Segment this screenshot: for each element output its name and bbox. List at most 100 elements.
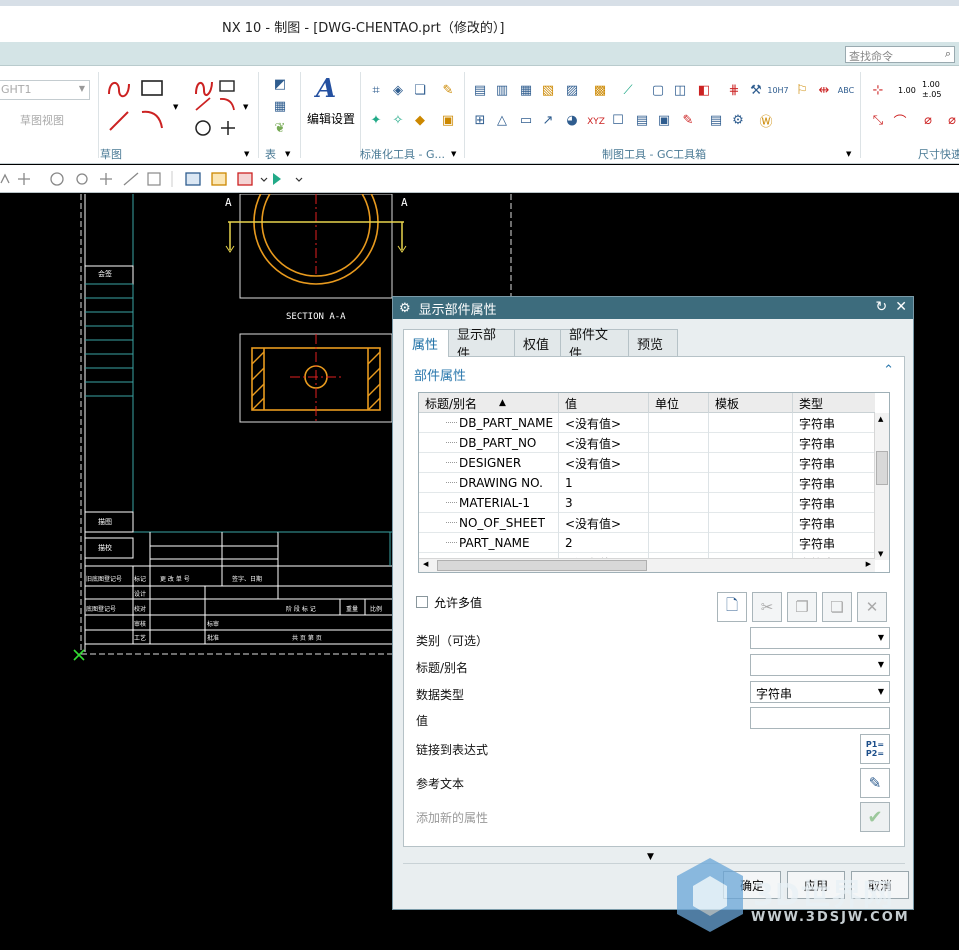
draft-tool-icon[interactable]: ▨	[564, 82, 580, 98]
draft-tool-icon[interactable]: ABC	[838, 82, 854, 98]
scroll-up-icon[interactable]: ▲	[878, 415, 883, 423]
chevron-down-icon[interactable]: ▼	[173, 103, 178, 111]
col-header-unit[interactable]: 单位	[649, 393, 709, 413]
table-row[interactable]: DB_PART_NAME <没有值> 字符串	[419, 413, 875, 433]
draft-tool-icon[interactable]: ✎	[680, 112, 696, 128]
scroll-thumb[interactable]	[437, 560, 647, 571]
rapid-dim-icon[interactable]: ⊹	[870, 82, 886, 98]
chevron-down-icon[interactable]: ▼	[285, 150, 290, 158]
sketch-view-button[interactable]: 草图视图	[20, 112, 64, 128]
draft-tool-icon[interactable]: ▦	[518, 82, 534, 98]
std-tool-icon[interactable]: ✎	[440, 82, 456, 98]
section-title[interactable]: 部件属性	[414, 365, 466, 384]
col-header-template[interactable]: 模板	[709, 393, 793, 413]
scroll-right-icon[interactable]: ▶	[866, 560, 871, 568]
draft-tool-icon[interactable]: XYZ	[587, 114, 605, 130]
std-tool-icon[interactable]: ◈	[390, 82, 406, 98]
table-row[interactable]: DESIGNER <没有值> 字符串	[419, 453, 875, 473]
copy-button[interactable]: ❐	[787, 592, 817, 622]
edit-settings-label[interactable]: 编辑设置	[307, 110, 355, 127]
tab-part-file[interactable]: 部件文件	[560, 328, 629, 362]
std-tool-icon[interactable]: ▣	[440, 112, 456, 128]
draft-tool-icon[interactable]: ▢	[650, 82, 666, 98]
table-row[interactable]: DB_PART_NO <没有值> 字符串	[419, 433, 875, 453]
draft-tool-icon[interactable]: ⊞	[472, 112, 488, 128]
search-icon[interactable]: ⌕	[945, 47, 951, 61]
vertical-scrollbar[interactable]: ▲ ▼	[874, 413, 889, 560]
edit-settings-icon[interactable]: A	[316, 74, 336, 104]
link-expression-button[interactable]: P1= P2=	[860, 734, 890, 764]
draft-tool-icon[interactable]: Ⓦ	[758, 112, 774, 130]
draft-tool-icon[interactable]: ◕	[564, 112, 580, 128]
std-tool-icon[interactable]: ✧	[390, 112, 406, 128]
reset-icon[interactable]: ↻	[876, 299, 888, 315]
col-header-type[interactable]: 类型	[793, 393, 875, 413]
reference-text-button[interactable]: ✎	[860, 768, 890, 798]
std-tool-icon[interactable]: ❏	[412, 82, 428, 98]
table-row[interactable]: DRAWING NO. 1 字符串	[419, 473, 875, 493]
draft-tool-icon[interactable]: ◧	[696, 82, 712, 98]
chevron-up-icon[interactable]: ⌃	[883, 363, 894, 378]
sketch-tools[interactable]	[104, 76, 254, 140]
horizontal-scrollbar[interactable]: ◀ ▶	[419, 558, 875, 572]
tab-weight[interactable]: 权值	[514, 329, 561, 356]
dim-value-1[interactable]: 1.00	[898, 86, 916, 95]
draft-tool-icon[interactable]: ▣	[656, 112, 672, 128]
add-attribute-button[interactable]: ✔	[860, 802, 890, 832]
snap-tools[interactable]	[0, 169, 320, 189]
draft-tool-icon[interactable]: ▤	[634, 112, 650, 128]
draft-tool-icon[interactable]: ↗	[540, 112, 556, 128]
paste-button[interactable]: ❏	[822, 592, 852, 622]
std-tool-icon[interactable]: ⌗	[368, 82, 384, 98]
dim-icon[interactable]: ⤡	[870, 112, 886, 128]
chevron-down-icon[interactable]: ▼	[244, 150, 249, 158]
dim-value-2[interactable]: 1.00	[922, 80, 940, 89]
draft-tool-icon[interactable]: ▤	[708, 112, 724, 128]
table-row[interactable]: PART_NAME 2 字符串	[419, 533, 875, 553]
chevron-down-icon[interactable]: ▼	[846, 150, 851, 158]
delete-button[interactable]: ✕	[857, 592, 887, 622]
cut-button[interactable]: ✂	[752, 592, 782, 622]
draft-tool-icon[interactable]: ▩	[592, 82, 608, 98]
title-alias-select[interactable]: ▼	[750, 654, 890, 676]
tab-preview[interactable]: 预览	[628, 329, 678, 356]
draft-tool-icon[interactable]: ▧	[540, 82, 556, 98]
tab-attributes[interactable]: 属性	[403, 329, 449, 357]
table-note-icon[interactable]: ◩	[272, 76, 288, 92]
std-tool-icon[interactable]: ◆	[412, 112, 428, 128]
draft-tool-icon[interactable]: ⟋	[620, 82, 636, 98]
draft-tool-icon[interactable]: 10H7	[767, 82, 788, 98]
scroll-left-icon[interactable]: ◀	[423, 560, 428, 568]
tab-displayed-part[interactable]: 显示部件	[448, 328, 515, 362]
dim-icon[interactable]: ⌒	[892, 112, 908, 130]
draft-tool-icon[interactable]: ⚒	[748, 82, 764, 98]
expand-more-icon[interactable]: ▼	[647, 852, 654, 862]
table-row[interactable]: MATERIAL-1 3 字符串	[419, 493, 875, 513]
draft-tool-icon[interactable]: △	[494, 112, 510, 128]
draft-tool-icon[interactable]: ◫	[672, 82, 688, 98]
dim-icon[interactable]: ⌀	[944, 112, 959, 128]
dim-icon[interactable]: ⌀	[920, 112, 936, 128]
col-header-title[interactable]: 标题/别名 ▲	[419, 393, 559, 413]
scroll-down-icon[interactable]: ▼	[878, 550, 883, 558]
search-command-input[interactable]: 查找命令 ⌕	[845, 46, 955, 63]
dim-tolerance[interactable]: ±.05	[922, 90, 941, 99]
category-select[interactable]: ▼	[750, 627, 890, 649]
draft-tool-icon[interactable]: ▥	[494, 82, 510, 98]
close-icon[interactable]: ✕	[895, 299, 907, 315]
tabular-note-icon[interactable]: ▦	[272, 98, 288, 114]
data-type-select[interactable]: 字符串 ▼	[750, 681, 890, 703]
scroll-thumb[interactable]	[876, 451, 888, 485]
balloon-icon[interactable]: ❦	[272, 120, 288, 136]
draft-tool-icon[interactable]: ☐	[610, 112, 626, 128]
dialog-title-bar[interactable]: ⚙ 显示部件属性 ↻ ✕	[393, 297, 913, 319]
col-header-value[interactable]: 值	[559, 393, 649, 413]
gear-icon[interactable]: ⚙	[730, 112, 746, 128]
draft-tool-icon[interactable]: ⋕	[726, 82, 742, 98]
draft-tool-icon[interactable]: ▭	[518, 112, 534, 128]
draft-tool-icon[interactable]: ⇹	[816, 82, 832, 98]
table-row[interactable]: NO_OF_SHEET <没有值> 字符串	[419, 513, 875, 533]
draft-tool-icon[interactable]: ▤	[472, 82, 488, 98]
new-attribute-button[interactable]: 🗋	[717, 592, 747, 622]
draft-tool-icon[interactable]: ⚐	[794, 82, 810, 98]
